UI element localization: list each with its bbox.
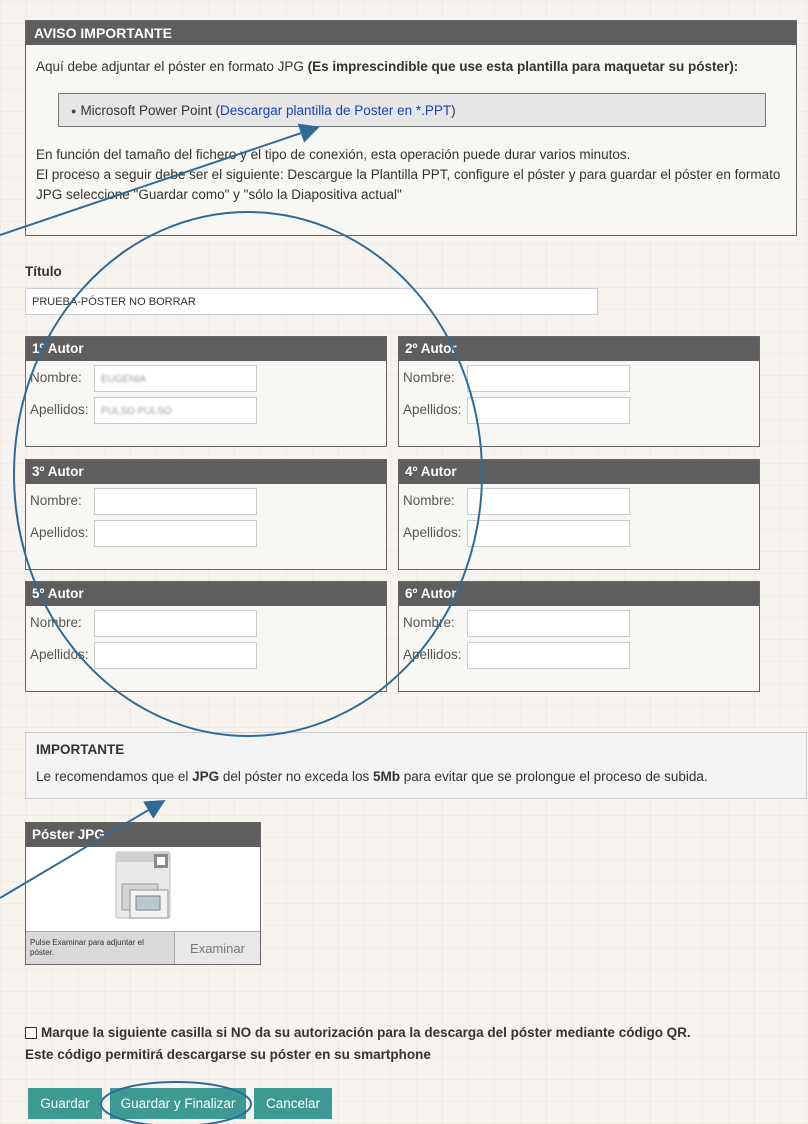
author-2-apellidos-input[interactable] [467,397,630,424]
author-5-apellidos-input[interactable] [94,642,257,669]
save-button[interactable]: Guardar [28,1088,102,1119]
author-panel-1: 1º Autor Nombre: EUGENIA Apellidos: PULSO … [25,336,387,447]
author-4-nombre-input[interactable] [467,488,630,515]
poster-help-text: Pulse Examinar para adjuntar el póster. [26,932,174,964]
author-2-nombre-input[interactable] [467,365,630,392]
author-6-apellidos-input[interactable] [467,642,630,669]
author-1-apellidos-input[interactable]: PULSO PULSO [94,397,257,424]
poster-upload-panel: Póster JPG Pulse Examinar para adjuntar … [25,822,261,965]
poster-header: Póster JPG [26,823,260,847]
apellidos-label: Apellidos: [30,525,89,540]
author-header: 3º Autor [26,460,386,484]
nombre-label: Nombre: [403,615,455,630]
author-5-nombre-input[interactable] [94,610,257,637]
qr-consent-line-2: Este código permitirá descargarse su pós… [25,1047,431,1062]
author-header: 6º Autor [399,582,759,606]
author-panel-2: 2º Autor Nombre: Apellidos: [398,336,760,447]
author-header: 2º Autor [399,337,759,361]
notice-line-2: El proceso a seguir debe ser el siguient… [36,167,781,202]
apellidos-label: Apellidos: [403,525,462,540]
nombre-label: Nombre: [403,370,455,385]
title-input[interactable]: PRUEBA-PÓSTER NO BORRAR [25,288,598,315]
author-panel-6: 6º Autor Nombre: Apellidos: [398,581,760,692]
nombre-label: Nombre: [30,370,82,385]
notice-line-1: En función del tamaño del fichero y el t… [36,147,631,162]
download-template-link[interactable]: Descargar plantilla de Poster en *.PPT [220,103,451,118]
nombre-label: Nombre: [30,493,82,508]
nombre-label: Nombre: [403,493,455,508]
author-3-nombre-input[interactable] [94,488,257,515]
importante-box: IMPORTANTE Le recomendamos que el JPG de… [25,732,807,799]
author-1-nombre-input[interactable]: EUGENIA [94,365,257,392]
author-panel-5: 5º Autor Nombre: Apellidos: [25,581,387,692]
importante-header: IMPORTANTE [36,742,125,757]
author-3-apellidos-input[interactable] [94,520,257,547]
apellidos-label: Apellidos: [30,402,89,417]
author-header: 4º Autor [399,460,759,484]
apellidos-label: Apellidos: [403,647,462,662]
poster-preview [26,847,260,931]
bullet-icon: ● [71,106,77,117]
browse-button[interactable]: Examinar [174,932,260,964]
author-header: 5º Autor [26,582,386,606]
author-header: 1º Autor [26,337,386,361]
cancel-button[interactable]: Cancelar [254,1088,332,1119]
qr-consent-line-1: Marque la siguiente casilla si NO da su … [41,1025,691,1040]
template-download-box: ● Microsoft Power Point (Descargar planti… [58,93,766,127]
notice-header: AVISO IMPORTANTE [26,21,796,45]
qr-opt-out-checkbox[interactable] [25,1027,37,1040]
save-finish-button[interactable]: Guardar y Finalizar [110,1088,246,1119]
qr-consent: Marque la siguiente casilla si NO da su … [25,1022,691,1066]
author-panel-4: 4º Autor Nombre: Apellidos: [398,459,760,570]
apellidos-label: Apellidos: [403,402,462,417]
upload-document-icon [115,851,171,919]
importante-text: Le recomendamos que el JPG del póster no… [36,769,708,784]
author-panel-3: 3º Autor Nombre: Apellidos: [25,459,387,570]
author-4-apellidos-input[interactable] [467,520,630,547]
author-6-nombre-input[interactable] [467,610,630,637]
notice-intro: Aquí debe adjuntar el póster en formato … [36,59,739,74]
nombre-label: Nombre: [30,615,82,630]
title-label: Título [25,264,62,279]
notice-box: AVISO IMPORTANTE Aquí debe adjuntar el p… [25,20,797,236]
apellidos-label: Apellidos: [30,647,89,662]
